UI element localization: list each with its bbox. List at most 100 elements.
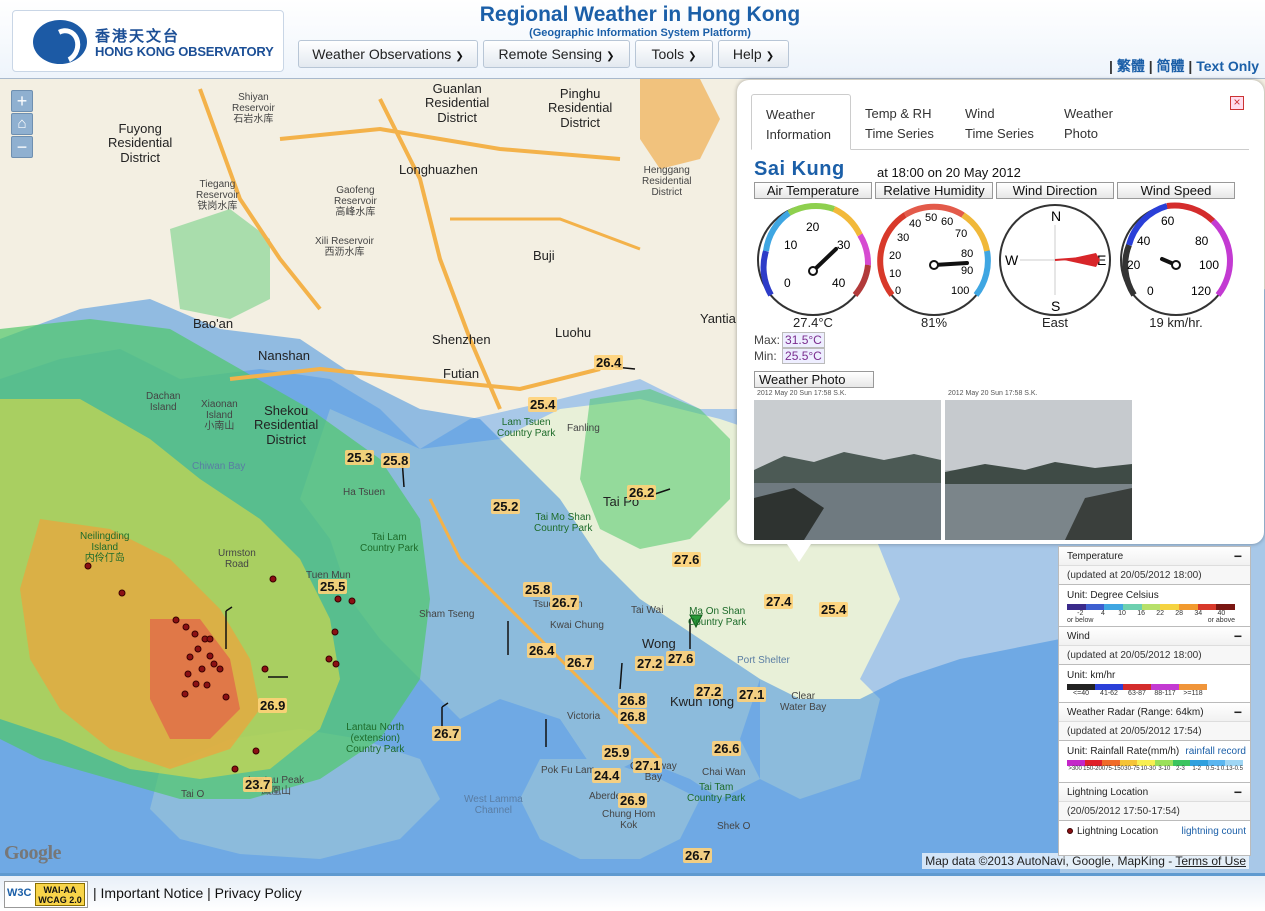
scale-tick: 75-150 (1105, 766, 1124, 772)
link-traditional-chinese[interactable]: 繁體 (1117, 58, 1145, 74)
temperature-scale-ticks: -2 or below 4 10 16 22 28 34 40 or above (1067, 610, 1235, 624)
station-temperature-label[interactable]: 26.9 (618, 793, 648, 808)
station-temperature-label[interactable]: 26.7 (550, 595, 580, 610)
station-temperature-label[interactable]: 26.7 (565, 655, 595, 670)
menu-remote-sensing[interactable]: Remote Sensing ❯ (483, 40, 630, 68)
scale-tick: 10 (1118, 610, 1126, 617)
station-temperature-label[interactable]: 25.4 (819, 602, 849, 617)
station-temperature-label[interactable]: 25.8 (523, 582, 553, 597)
air-temperature-gauge: 10 20 30 0 40 (757, 202, 872, 316)
station-temperature-label[interactable]: 27.2 (635, 656, 665, 671)
weather-photo-1[interactable]: 2012 May 20 Sun 17:58 S.K. (754, 388, 941, 540)
gauge-tick: 50 (925, 212, 937, 224)
menu-label: Tools (651, 46, 685, 62)
station-temperature-label[interactable]: 26.2 (627, 485, 657, 500)
station-temperature-label[interactable]: 25.5 (318, 579, 348, 594)
wind-direction-value: East (1041, 315, 1068, 330)
legend-unit: Unit: Degree Celsius (1067, 590, 1159, 601)
station-temperature-label[interactable]: 26.8 (618, 709, 648, 724)
tab-weather-information[interactable]: Weather Information (751, 94, 851, 150)
station-temperature-label[interactable]: 26.7 (432, 726, 462, 741)
station-temperature-label[interactable]: 26.6 (712, 741, 742, 756)
terms-of-use-link[interactable]: Terms of Use (1175, 854, 1246, 868)
page-title: Regional Weather in Hong Kong (479, 3, 801, 26)
map-place-label: Henggang Residential District (642, 165, 692, 198)
map-place-label: Tiegang Reservoir 铁岗水库 (196, 179, 239, 212)
menu-tools[interactable]: Tools ❯ (635, 40, 713, 68)
station-temperature-label[interactable]: 26.7 (683, 848, 713, 863)
station-temperature-label[interactable]: 27.4 (764, 594, 794, 609)
radar-scale-ticks: >300 150-200 75-150 30-75 10-30 3-10 2-3 1-2 0.5… (1067, 766, 1243, 772)
legend-wind-header[interactable]: Wind − (1059, 627, 1250, 646)
station-temperature-label[interactable]: 27.1 (633, 758, 663, 773)
tab-label: Weather (1064, 106, 1113, 121)
tab-temp-rh-time-series[interactable]: Temp & RH Time Series (851, 94, 951, 150)
legend-lightning-header[interactable]: Lightning Location − (1059, 783, 1250, 802)
separator: | (1148, 58, 1153, 74)
wcag-badge[interactable]: W3C WAI-AA WCAG 2.0 (4, 881, 88, 908)
station-temperature-label[interactable]: 25.3 (345, 450, 375, 465)
rainfall-record-link[interactable]: rainfall record (1185, 746, 1246, 757)
map-place-label: Shek O (717, 821, 751, 832)
station-temperature-label[interactable]: 25.4 (528, 397, 558, 412)
station-temperature-label[interactable]: 27.2 (694, 684, 724, 699)
station-temperature-label[interactable]: 27.6 (672, 552, 702, 567)
menu-help[interactable]: Help ❯ (718, 40, 789, 68)
lightning-count-link[interactable]: lightning count (1182, 826, 1247, 837)
w3c-logo: W3C (7, 887, 32, 899)
gauge-tick: 0 (1147, 284, 1154, 298)
important-notice-link[interactable]: Important Notice (101, 885, 204, 901)
legend-item: Lightning Location (1077, 826, 1159, 837)
info-tabs: Weather Information Temp & RH Time Serie… (751, 94, 1249, 150)
legend-title: Weather Radar (Range: 64km) (1067, 707, 1204, 718)
collapse-icon[interactable]: − (1234, 784, 1242, 800)
legend-title: Temperature (1067, 551, 1124, 562)
station-temperature-label[interactable]: 25.9 (602, 745, 632, 760)
map-place-label: Wong (642, 636, 676, 651)
link-simplified-chinese[interactable]: 简體 (1157, 58, 1185, 74)
map-place-label: Fuyong Residential District (108, 121, 173, 165)
tab-label: Time Series (965, 126, 1034, 141)
station-temperature-label[interactable]: 27.1 (737, 687, 767, 702)
chevron-down-icon: ❯ (455, 51, 464, 62)
tab-weather-photo[interactable]: Weather Photo (1050, 94, 1150, 150)
collapse-icon[interactable]: − (1234, 704, 1242, 720)
map-place-label: Nanshan (258, 348, 311, 363)
humidity-gauge: 30 40 50 60 70 20 80 10 90 0 100 (877, 203, 991, 316)
gauge-tick: 100 (1199, 258, 1219, 272)
map-place-label: Xili Reservoir 西沥水库 (315, 236, 374, 258)
station-temperature-label[interactable]: 25.8 (381, 453, 411, 468)
menu-label: Weather Observations (312, 46, 452, 62)
legend-temperature-header[interactable]: Temperature − (1059, 547, 1250, 566)
photo-timestamp: 2012 May 20 Sun 17:58 S.K. (754, 388, 941, 400)
station-temperature-label[interactable]: 24.4 (592, 768, 622, 783)
zoom-in-button[interactable]: + (11, 90, 33, 112)
collapse-icon[interactable]: − (1234, 548, 1242, 564)
menu-weather-observations[interactable]: Weather Observations ❯ (298, 40, 478, 68)
zoom-out-button[interactable]: − (11, 136, 33, 158)
tab-wind-time-series[interactable]: Wind Time Series (951, 94, 1051, 150)
weather-photo-2[interactable]: 2012 May 20 Sun 17:58 S.K. (945, 388, 1132, 540)
station-temperature-label[interactable]: 26.4 (527, 643, 557, 658)
hko-logo[interactable]: 香港天文台 HONG KONG OBSERVATORY (12, 10, 284, 72)
station-temperature-label[interactable]: 26.8 (618, 693, 648, 708)
station-temperature-label[interactable]: 23.7 (243, 777, 273, 792)
scale-tick: >=118 (1183, 690, 1203, 697)
station-temperature-label[interactable]: 26.9 (258, 698, 288, 713)
link-text-only[interactable]: Text Only (1196, 58, 1259, 74)
scale-tick: 0.5-1 (1205, 766, 1220, 772)
station-temperature-label[interactable]: 25.2 (491, 499, 521, 514)
station-temperature-label[interactable]: 27.6 (666, 651, 696, 666)
map-place-label: Guanlan Residential District (425, 81, 490, 125)
collapse-icon[interactable]: − (1234, 628, 1242, 644)
privacy-policy-link[interactable]: Privacy Policy (215, 885, 302, 901)
station-temperature-label[interactable]: 26.4 (594, 355, 624, 370)
map-place-label: West Lamma Channel (464, 794, 523, 816)
scale-tick: 0.13-0.5 (1220, 766, 1243, 772)
scale-tick: >300 (1068, 766, 1082, 772)
map-place-label: Yantia (700, 311, 736, 326)
home-icon[interactable]: ⌂ (11, 113, 33, 135)
gauge-tick: 20 (806, 220, 820, 234)
legend-radar-header[interactable]: Weather Radar (Range: 64km) − (1059, 703, 1250, 722)
scale-tick: <=40 (1073, 690, 1089, 697)
